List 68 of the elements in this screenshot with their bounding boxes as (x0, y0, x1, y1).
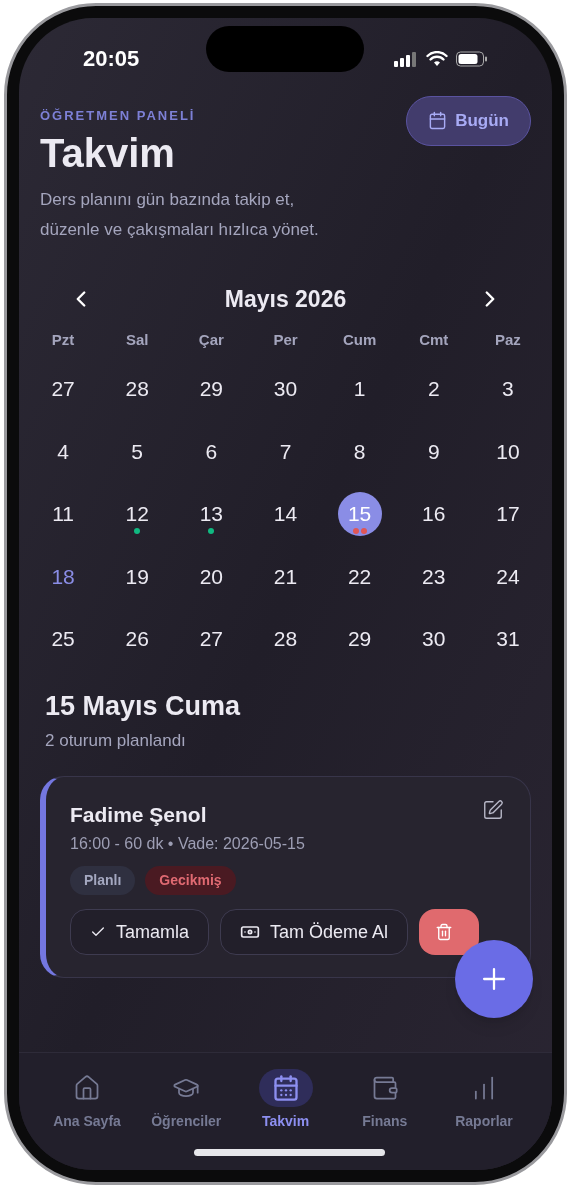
weekday-label: Cum (341, 330, 378, 350)
tab-item[interactable]: Öğrenciler (140, 1068, 233, 1170)
day-title: 15 Mayıs Cuma (45, 689, 242, 723)
calendar-day[interactable]: 27 (189, 617, 234, 661)
calendar-day[interactable]: 20 (189, 554, 234, 599)
signal-icon (394, 50, 418, 67)
calendar-day[interactable]: 30 (263, 367, 308, 411)
session-meta: 16:00 - 60 dk • Vade: 2026-05-15 (70, 834, 305, 854)
status-tag: Planlı (70, 866, 136, 895)
battery-icon (456, 50, 488, 67)
action-button[interactable]: Tam Ödeme Al (220, 909, 409, 955)
edit-button[interactable] (482, 798, 504, 821)
tab-item[interactable]: Finans (338, 1068, 431, 1170)
calendar-day[interactable]: 30 (411, 617, 456, 661)
calendar-day[interactable]: 21 (263, 554, 308, 599)
calendar-day[interactable]: 29 (189, 367, 234, 411)
weekday-label: Sal (124, 330, 150, 350)
calendar-day[interactable]: 19 (115, 554, 160, 599)
calendar-day[interactable]: 10 (485, 429, 530, 474)
weekday-label: Paz (494, 330, 522, 350)
today-button[interactable]: Bugün (406, 95, 531, 146)
wifi-icon (426, 50, 448, 67)
eyebrow-label: ÖĞRETMEN PANELİ (40, 106, 197, 125)
day-subtitle: 2 oturum planlandı (45, 730, 187, 752)
calendar-day[interactable]: 5 (115, 429, 160, 474)
calendar-day[interactable]: 4 (41, 429, 86, 474)
calendar-day[interactable]: 8 (337, 429, 382, 474)
calendar-day[interactable]: 28 (115, 367, 160, 411)
calendar-day[interactable]: 16 (411, 492, 456, 536)
student-name: Fadime Şenol (70, 801, 208, 828)
delete-button[interactable] (419, 909, 480, 955)
calendar-day[interactable]: 22 (337, 554, 382, 599)
calendar-day[interactable]: 6 (189, 429, 234, 474)
calendar-day[interactable]: 23 (411, 554, 456, 599)
calendar-day[interactable]: 31 (485, 617, 530, 661)
tab-item[interactable]: Ana Sayfa (41, 1068, 133, 1170)
calendar-icon (428, 111, 448, 130)
weekday-label: Per (272, 330, 299, 350)
calendar-day[interactable]: 26 (115, 617, 160, 661)
trash-icon (435, 923, 454, 941)
weekday-label: Pzt (50, 330, 76, 350)
calendar-day[interactable]: 9 (411, 429, 456, 474)
calendar-day[interactable]: 24 (485, 554, 530, 599)
calendar-day[interactable]: 11 (41, 492, 86, 536)
calendar-day[interactable]: 27 (41, 367, 86, 411)
action-button[interactable]: Tamamla (70, 909, 210, 955)
calendar-day[interactable]: 7 (263, 429, 308, 474)
status-time: 20:05 (83, 45, 140, 73)
status-tag: Gecikmiş (145, 866, 236, 895)
calendar-day[interactable]: 29 (337, 617, 382, 661)
calendar-icon (271, 1073, 300, 1102)
calendar-day[interactable]: 12 (115, 492, 160, 536)
calendar-day[interactable]: 28 (263, 617, 308, 661)
home-icon (73, 1073, 101, 1102)
calendar-day[interactable]: 18 (41, 554, 86, 599)
calendar-day[interactable]: 2 (411, 367, 456, 411)
page-title: Takvim (40, 130, 176, 177)
tab-item[interactable]: Raporlar (438, 1068, 530, 1170)
weekday-label: Çar (197, 330, 225, 350)
calendar-day[interactable]: 14 (263, 492, 308, 536)
page-description: Ders planını gün bazında takip et, düzenle ve çakışmaları hızlıca yönet. (40, 189, 320, 241)
calendar-day[interactable]: 25 (41, 617, 86, 661)
calendar-day[interactable]: 1 (337, 367, 382, 411)
calendar-day[interactable]: 13 (189, 492, 234, 536)
month-title: Mayıs 2026 (224, 284, 347, 314)
calendar-day[interactable]: 17 (485, 492, 530, 536)
calendar-day[interactable]: 3 (485, 367, 530, 411)
weekday-label: Cmt (418, 330, 450, 350)
